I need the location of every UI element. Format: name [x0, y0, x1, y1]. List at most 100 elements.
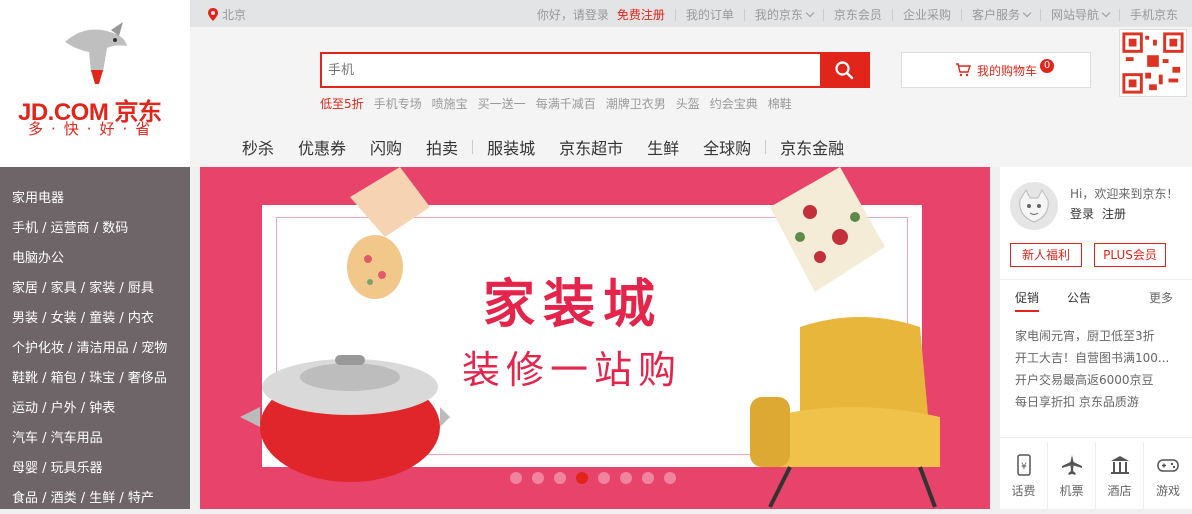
divider — [1000, 437, 1192, 438]
category-item[interactable]: 电脑办公 — [0, 244, 190, 274]
hot-word[interactable]: 约会宝典 — [710, 95, 758, 112]
service-phone-bill[interactable]: ¥ 话费 — [1000, 442, 1048, 509]
carousel-dot[interactable] — [598, 472, 610, 484]
chevron-down-icon — [1022, 8, 1032, 18]
service-hotel[interactable]: 酒店 — [1096, 442, 1144, 509]
avatar[interactable] — [1010, 182, 1058, 230]
jd-dog-mascot-icon — [65, 22, 127, 84]
login-link[interactable]: 登录 — [1070, 205, 1094, 222]
divider — [1000, 279, 1192, 280]
news-item[interactable]: 家电闹元宵，厨卫低至3折 — [1015, 325, 1185, 347]
carousel-dot[interactable] — [532, 472, 544, 484]
hotel-icon — [1110, 456, 1129, 474]
carousel-dot[interactable] — [554, 472, 566, 484]
category-item[interactable]: 母婴 / 玩具乐器 — [0, 454, 190, 484]
nav-item-seckill[interactable]: 秒杀 — [230, 135, 286, 159]
nav-item-fresh[interactable]: 生鲜 — [635, 135, 691, 159]
more-news-link[interactable]: 更多 — [1149, 289, 1173, 306]
site-nav-label: 网站导航 — [1050, 8, 1099, 22]
svg-text:¥: ¥ — [1021, 462, 1027, 472]
qr-code-icon[interactable] — [1119, 29, 1187, 97]
register-link[interactable]: 免费注册 — [613, 6, 675, 23]
category-item[interactable]: 运动 / 户外 / 钟表 — [0, 394, 190, 424]
login-link[interactable]: 你好，请登录 — [527, 6, 613, 23]
category-item[interactable]: 个护化妆 / 清洁用品 / 宠物 — [0, 334, 190, 364]
service-label: 酒店 — [1107, 484, 1132, 498]
banner-subtitle: 装修一站购 — [462, 348, 683, 392]
carousel-dot[interactable] — [642, 472, 654, 484]
category-item[interactable]: 食品 / 酒类 / 生鲜 / 特产 — [0, 484, 190, 514]
mobile-jd-link[interactable]: 手机京东 — [1120, 6, 1178, 23]
category-item[interactable]: 手机 / 运营商 / 数码 — [0, 214, 190, 244]
search-button[interactable] — [820, 54, 868, 86]
customer-service-label: 客户服务 — [971, 8, 1020, 22]
nav-item-coupons[interactable]: 优惠券 — [286, 135, 358, 159]
customer-service-menu[interactable]: 客户服务 — [962, 6, 1040, 23]
login-links: 登录 注册 — [1070, 205, 1126, 222]
default-avatar-icon — [1010, 182, 1058, 230]
service-label: 机票 — [1059, 484, 1084, 498]
service-label: 话费 — [1011, 484, 1036, 498]
enterprise-link[interactable]: 企业采购 — [893, 6, 961, 23]
header: 低至5折 手机专场 喷施宝 买一送一 每满千减百 潮牌卫衣男 头盔 约会宝典 棉… — [190, 27, 1192, 167]
my-jd-menu[interactable]: 我的京东 — [745, 6, 823, 23]
category-item[interactable]: 汽车 / 汽车用品 — [0, 424, 190, 454]
logo-area[interactable]: JD.COM 京东 多·快·好·省 — [0, 0, 190, 167]
search-box — [320, 52, 870, 88]
carousel-dot[interactable] — [664, 472, 676, 484]
news-item[interactable]: 开工大吉！自营图书满100... — [1015, 347, 1185, 369]
nav-item-supermarket[interactable]: 京东超市 — [547, 135, 635, 159]
welcome-text: Hi，欢迎来到京东！ — [1070, 187, 1179, 201]
hot-word[interactable]: 喷施宝 — [432, 95, 468, 112]
tab-announcements[interactable]: 公告 — [1067, 289, 1091, 306]
carousel-dot[interactable] — [510, 472, 522, 484]
jd-member-link[interactable]: 京东会员 — [824, 6, 892, 23]
hot-word[interactable]: 低至5折 — [320, 95, 364, 112]
news-list: 家电闹元宵，厨卫低至3折 开工大吉！自营图书满100... 开户交易最高返600… — [1015, 325, 1185, 413]
promo-banner[interactable]: 家装城 装修一站购 — [200, 167, 990, 509]
armchair-icon — [750, 317, 940, 508]
tab-promotions[interactable]: 促销 — [1015, 289, 1040, 312]
hot-word[interactable]: 潮牌卫衣男 — [606, 95, 666, 112]
hot-word[interactable]: 棉鞋 — [768, 95, 792, 112]
category-item[interactable]: 家居 / 家具 / 家装 / 厨具 — [0, 274, 190, 304]
plus-member-button[interactable]: PLUS会员 — [1094, 243, 1166, 267]
banner-title: 家装城 — [483, 275, 664, 335]
carousel-dot[interactable] — [620, 472, 632, 484]
news-item[interactable]: 每日享折扣 京东品质游 — [1015, 391, 1185, 413]
nav-item-auction[interactable]: 拍卖 — [414, 135, 470, 159]
hot-word[interactable]: 买一送一 — [478, 95, 526, 112]
nav-item-flash[interactable]: 闪购 — [358, 135, 414, 159]
hot-word[interactable]: 手机专场 — [374, 95, 422, 112]
nav-item-finance[interactable]: 京东金融 — [768, 135, 856, 159]
location-selector[interactable]: 北京 — [208, 6, 246, 23]
my-orders-link[interactable]: 我的订单 — [676, 6, 744, 23]
site-nav-menu[interactable]: 网站导航 — [1041, 6, 1119, 23]
hot-word[interactable]: 每满千减百 — [536, 95, 596, 112]
main-nav: 秒杀 优惠券 闪购 拍卖 服装城 京东超市 生鲜 全球购 京东金融 — [230, 135, 856, 159]
news-item[interactable]: 开户交易最高返6000京豆 — [1015, 369, 1185, 391]
category-menu: 家用电器 手机 / 运营商 / 数码 电脑办公 家居 / 家具 / 家装 / 厨… — [0, 167, 190, 509]
carousel-dot[interactable] — [576, 472, 588, 484]
nav-item-clothing[interactable]: 服装城 — [475, 135, 547, 159]
nav-item-global[interactable]: 全球购 — [691, 135, 763, 159]
user-panel: Hi，欢迎来到京东！ 登录 注册 新人福利 PLUS会员 促销 公告 更多 家电… — [1000, 167, 1192, 509]
search-icon — [835, 61, 854, 80]
category-item[interactable]: 家用电器 — [0, 184, 190, 214]
cart-label: 我的购物车 — [976, 63, 1037, 78]
cart-button[interactable]: 我的购物车 0 — [901, 52, 1091, 88]
register-link[interactable]: 注册 — [1102, 205, 1126, 222]
location-pin-icon — [208, 8, 218, 21]
search-input[interactable] — [322, 54, 817, 86]
hot-word[interactable]: 头盔 — [676, 95, 700, 112]
service-games[interactable]: 游戏 — [1144, 442, 1192, 509]
new-user-welfare-button[interactable]: 新人福利 — [1010, 243, 1082, 267]
utility-links: 你好，请登录 免费注册 我的订单 我的京东 京东会员 企业采购 客户服务 网站导… — [527, 6, 1178, 23]
service-flights[interactable]: 机票 — [1048, 442, 1096, 509]
category-item[interactable]: 男装 / 女装 / 童装 / 内衣 — [0, 304, 190, 334]
category-item[interactable]: 鞋靴 / 箱包 / 珠宝 / 奢侈品 — [0, 364, 190, 394]
location-label: 北京 — [222, 8, 247, 22]
top-utility-bar: 北京 你好，请登录 免费注册 我的订单 我的京东 京东会员 企业采购 客户服务 … — [190, 0, 1192, 27]
airplane-icon — [1061, 455, 1082, 475]
cart-icon — [955, 63, 971, 77]
